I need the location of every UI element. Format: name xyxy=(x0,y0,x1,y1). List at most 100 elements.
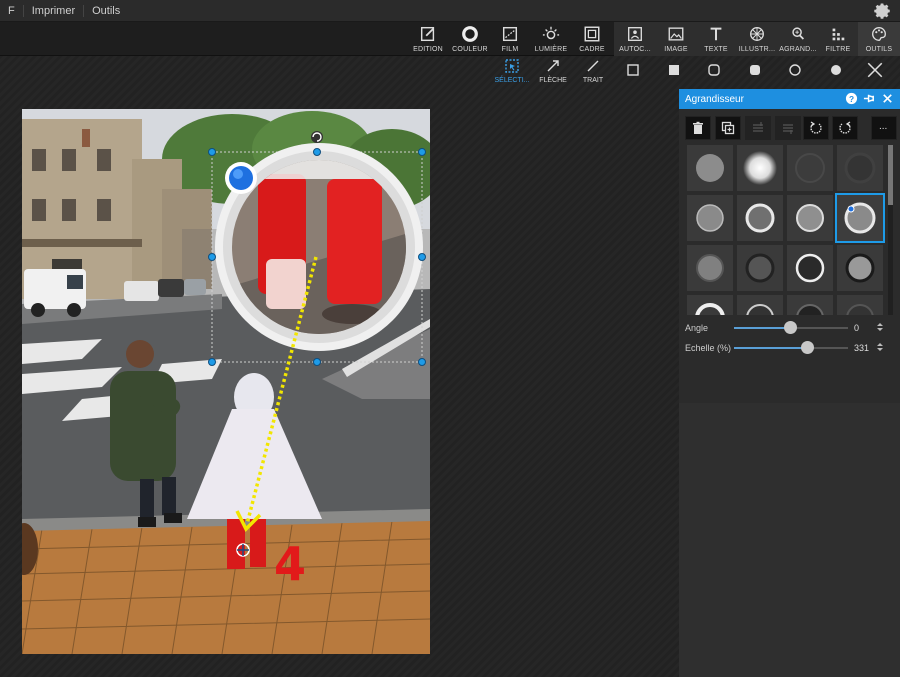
arrow-icon xyxy=(547,60,559,72)
more-button[interactable]: ... xyxy=(871,116,897,140)
frame-icon xyxy=(584,26,600,42)
lens-style-4[interactable] xyxy=(837,145,883,191)
lens-style-5[interactable] xyxy=(687,195,733,241)
lens-style-12[interactable] xyxy=(837,245,883,291)
toolbar-edition[interactable]: EDITION xyxy=(410,22,446,56)
duplicate-icon xyxy=(721,121,735,135)
send-back-icon xyxy=(783,124,793,134)
toolbar-couleur[interactable]: COULEUR xyxy=(450,22,490,56)
trash-icon xyxy=(693,121,703,134)
line-icon xyxy=(587,60,599,72)
lens-style-11[interactable] xyxy=(787,245,833,291)
scale-spinner-icon[interactable] xyxy=(876,341,884,353)
toolbar-autocollant[interactable]: AUTOC... xyxy=(614,22,656,56)
annotation-number[interactable]: 4 xyxy=(274,539,306,589)
menu-item-print[interactable]: Imprimer xyxy=(24,4,85,17)
toolbar-texte[interactable]: TEXTE xyxy=(696,22,736,56)
lens-style-8-selected[interactable] xyxy=(835,193,885,243)
svg-text:?: ? xyxy=(849,94,854,104)
help-icon[interactable]: ? xyxy=(845,92,858,105)
scale-label: Echelle (%) xyxy=(685,343,732,353)
toolbar-cadre[interactable]: CADRE xyxy=(576,22,608,56)
toolbar-lumiere[interactable]: LUMIÈRE xyxy=(532,22,570,56)
toolbar-film[interactable]: FILM xyxy=(494,22,526,56)
text-icon xyxy=(710,27,722,41)
panel-header: Agrandisseur ? xyxy=(679,89,900,109)
panel-title: Agrandisseur xyxy=(685,93,744,105)
autocollant-icon xyxy=(628,27,642,41)
lens-style-3[interactable] xyxy=(787,145,833,191)
angle-spinner-icon[interactable] xyxy=(876,321,884,333)
rounded-square-outline-icon[interactable] xyxy=(706,62,722,78)
magnifier-overlay[interactable] xyxy=(22,109,430,654)
rotate-handle-icon[interactable] xyxy=(311,131,323,143)
circle-outline-icon[interactable] xyxy=(787,62,803,78)
palette-icon xyxy=(872,27,886,41)
lens-style-15[interactable] xyxy=(787,295,833,315)
edit-icon xyxy=(420,26,435,42)
tool-selection[interactable]: SÉLECTI... xyxy=(494,58,530,84)
angle-slider-track[interactable] xyxy=(734,327,790,329)
film-icon xyxy=(502,26,518,42)
rotate-left-button[interactable] xyxy=(803,116,829,140)
more-icon: ... xyxy=(879,121,888,132)
lens-style-7[interactable] xyxy=(787,195,833,241)
filter-icon xyxy=(832,28,845,41)
selection-icon xyxy=(505,59,519,73)
magnifier-icon xyxy=(792,27,805,40)
menu-item-file[interactable]: F xyxy=(0,4,24,17)
lens-style-9[interactable] xyxy=(687,245,733,291)
color-ring-icon xyxy=(462,26,478,42)
angle-label: Angle xyxy=(685,323,709,333)
scale-slider-knob[interactable] xyxy=(801,341,814,354)
lens-style-14[interactable] xyxy=(737,295,783,315)
toolbar-image[interactable]: IMAGE xyxy=(656,22,696,56)
lens-style-2[interactable] xyxy=(737,145,783,191)
circle-filled-icon[interactable] xyxy=(828,62,844,78)
scrollbar-thumb[interactable] xyxy=(888,145,893,205)
lens-style-1[interactable] xyxy=(687,145,733,191)
square-outline-icon[interactable] xyxy=(625,62,641,78)
scale-value[interactable]: 331 xyxy=(854,343,869,353)
menu-item-tools[interactable]: Outils xyxy=(84,5,128,17)
rotate-left-icon xyxy=(810,121,822,134)
duplicate-button[interactable] xyxy=(715,116,741,140)
close-icon[interactable] xyxy=(866,61,884,79)
illustration-icon xyxy=(750,27,764,41)
lens-style-6[interactable] xyxy=(737,195,783,241)
angle-slider-rest[interactable] xyxy=(790,327,848,329)
sub-toolbar: SÉLECTI... FLÈCHE TRAIT xyxy=(0,56,900,90)
photo-canvas[interactable]: 4 xyxy=(22,109,430,654)
toolbar-illustration[interactable]: ILLUSTR... xyxy=(736,22,778,56)
rounded-square-filled-icon[interactable] xyxy=(747,62,763,78)
delete-button[interactable] xyxy=(685,116,711,140)
lens-style-16[interactable] xyxy=(837,295,883,315)
square-filled-icon[interactable] xyxy=(666,62,682,78)
send-back-button[interactable] xyxy=(775,116,801,140)
toolbar-agrandisseur[interactable]: AGRAND... xyxy=(778,22,818,56)
tool-line[interactable]: TRAIT xyxy=(578,58,608,84)
angle-slider-knob[interactable] xyxy=(784,321,797,334)
bring-front-button[interactable] xyxy=(745,116,771,140)
rotate-right-icon xyxy=(839,121,851,134)
rotate-right-button[interactable] xyxy=(832,116,858,140)
image-icon xyxy=(668,27,684,41)
scale-slider-track[interactable] xyxy=(734,347,807,349)
menu-bar: F Imprimer Outils xyxy=(0,0,900,22)
close-panel-icon[interactable] xyxy=(881,92,894,105)
bring-front-icon xyxy=(753,122,763,132)
panel-empty-area xyxy=(679,403,900,677)
lens-style-grid xyxy=(687,145,885,315)
lens-style-10[interactable] xyxy=(737,245,783,291)
pin-icon[interactable] xyxy=(863,92,876,105)
sun-icon xyxy=(542,26,560,40)
gear-icon[interactable] xyxy=(874,2,892,20)
magnifier-panel: Agrandisseur ? ... Angle 0 Echelle (%) 3… xyxy=(679,89,900,677)
lens-style-13[interactable] xyxy=(687,295,733,315)
angle-value[interactable]: 0 xyxy=(854,323,859,333)
style-grid-scrollbar[interactable] xyxy=(888,145,893,315)
main-toolbar: EDITION COULEUR FILM LUMIÈRE CADRE AUTOC… xyxy=(0,22,900,56)
toolbar-outils[interactable]: OUTILS xyxy=(858,22,900,56)
toolbar-filtre[interactable]: FILTRE xyxy=(818,22,858,56)
tool-arrow[interactable]: FLÈCHE xyxy=(536,58,570,84)
